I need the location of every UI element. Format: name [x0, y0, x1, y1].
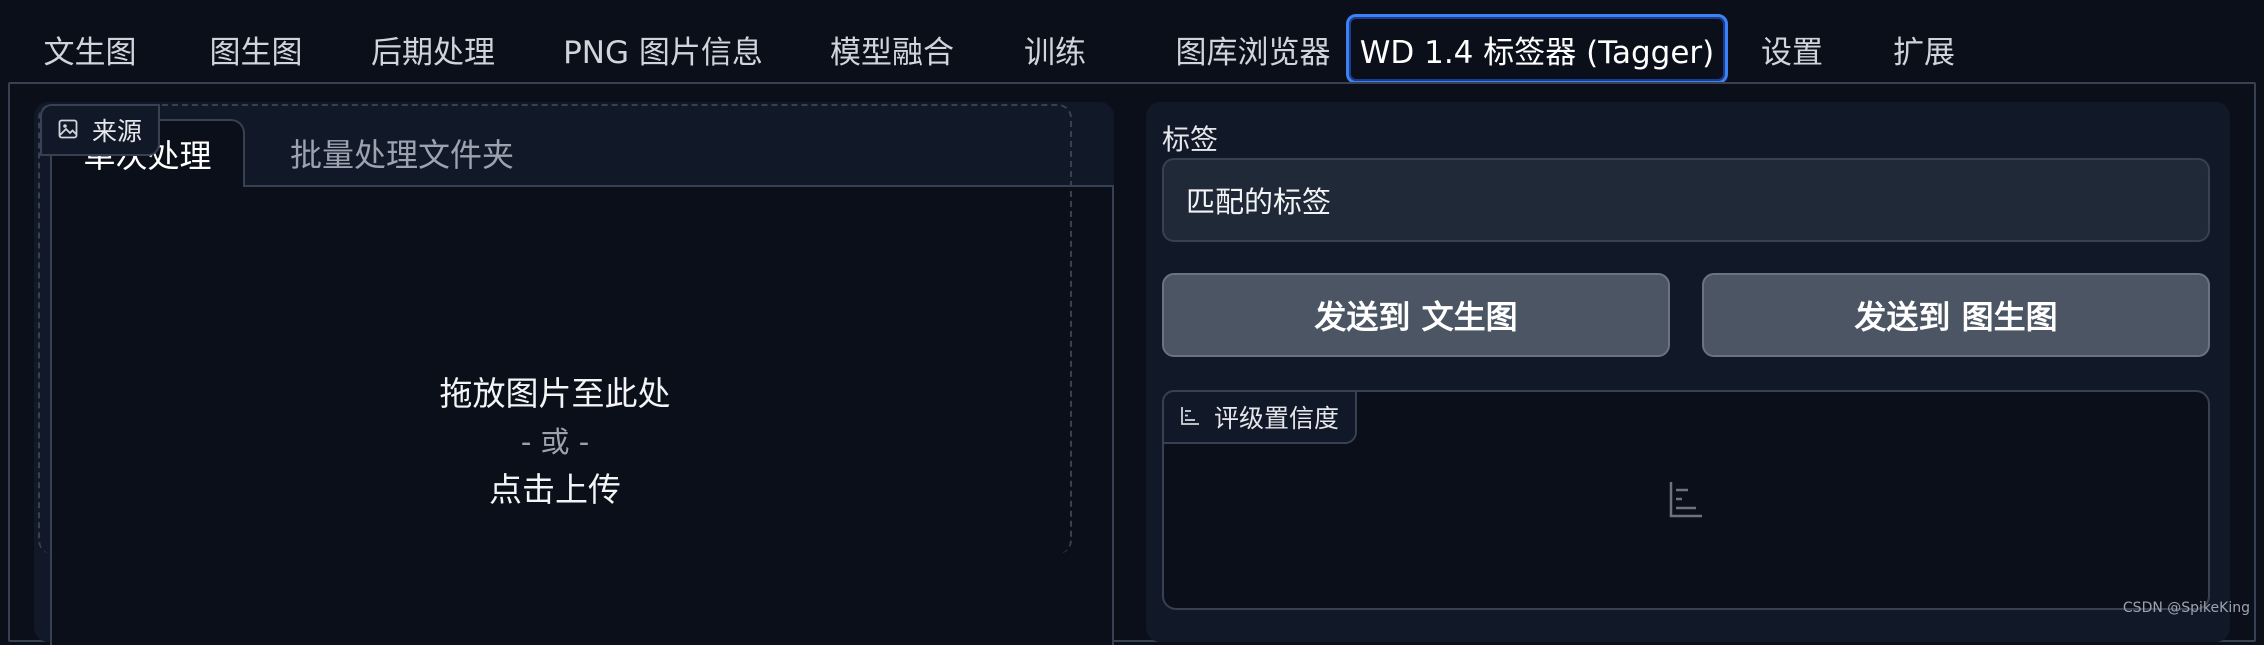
drop-or: - 或 - — [38, 418, 1072, 466]
tab-settings[interactable]: 设置 — [1744, 14, 1840, 84]
drop-instructions: 拖放图片至此处 - 或 - 点击上传 — [38, 370, 1072, 514]
tab-image-browser[interactable]: 图库浏览器 — [1140, 14, 1366, 84]
source-label-badge: 来源 — [40, 104, 160, 156]
top-tab-bar: 文生图 图生图 后期处理 PNG 图片信息 模型融合 训练 图库浏览器 WD 1… — [0, 0, 2264, 84]
send-to-txt2img-button[interactable]: 发送到 文生图 — [1162, 273, 1670, 357]
tab-txt2img[interactable]: 文生图 — [20, 14, 160, 84]
tab-img2img[interactable]: 图生图 — [186, 14, 326, 84]
tags-label: 标签 — [1162, 118, 1218, 158]
rating-label-badge: 评级置信度 — [1162, 390, 1357, 444]
tab-png-info[interactable]: PNG 图片信息 — [548, 14, 778, 84]
source-label: 来源 — [92, 112, 142, 148]
drop-hint: 拖放图片至此处 — [38, 370, 1072, 418]
bar-chart-icon — [1180, 403, 1200, 432]
rating-label: 评级置信度 — [1214, 399, 1339, 435]
tab-extras[interactable]: 后期处理 — [356, 14, 510, 84]
tab-train[interactable]: 训练 — [1010, 14, 1100, 84]
tab-tagger[interactable]: WD 1.4 标签器 (Tagger) — [1346, 14, 1728, 84]
send-to-img2img-button[interactable]: 发送到 图生图 — [1702, 273, 2210, 357]
image-icon — [58, 116, 78, 145]
tags-output-field[interactable]: 匹配的标签 — [1162, 158, 2210, 242]
tab-extensions[interactable]: 扩展 — [1876, 14, 1972, 84]
click-upload-text: 点击上传 — [38, 466, 1072, 514]
empty-chart-icon — [1668, 480, 1704, 520]
watermark: CSDN @SpikeKing — [2123, 600, 2250, 616]
tab-checkpoint-merger[interactable]: 模型融合 — [808, 14, 976, 84]
